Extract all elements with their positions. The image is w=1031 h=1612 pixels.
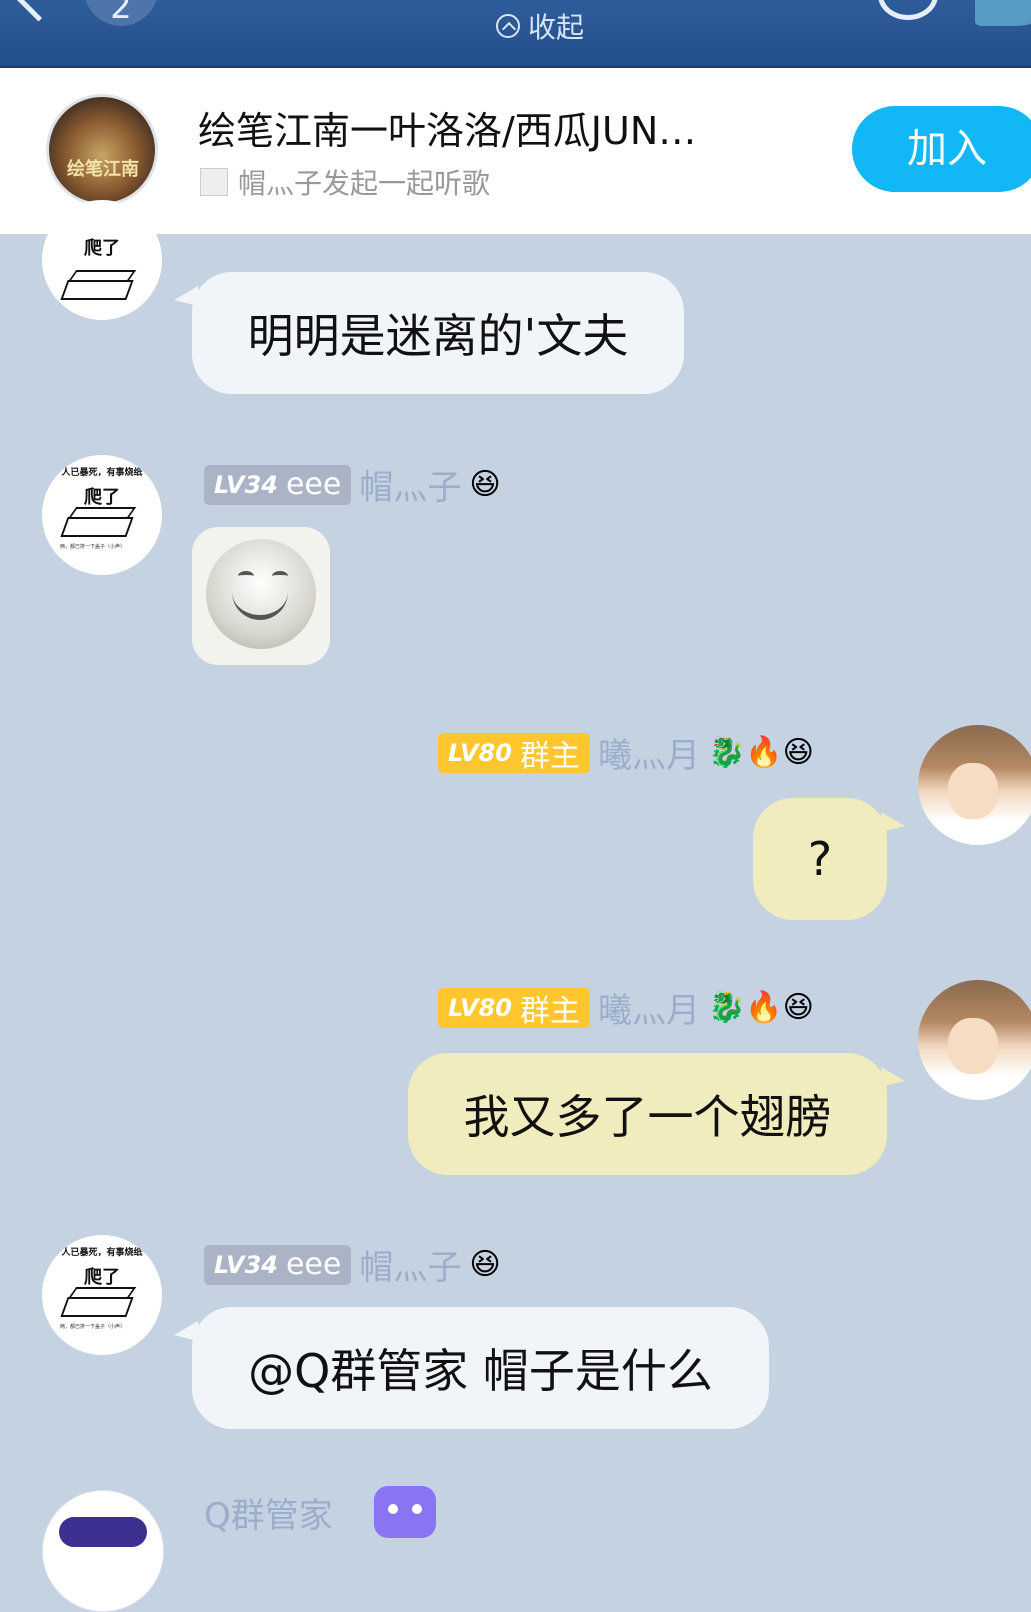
avatar-face xyxy=(948,1018,998,1074)
join-button[interactable]: 加入 xyxy=(852,106,1031,192)
sender-name[interactable]: 曦灬月 xyxy=(598,728,700,777)
sticker-eye xyxy=(238,571,254,581)
avatar-text: 两，都已挤一下盖子（小声） xyxy=(60,544,126,550)
avatar[interactable]: 人已暴死，有事烧纸 爬了 两，都已挤一下盖子（小声） xyxy=(42,1235,162,1355)
back-arrow-icon[interactable] xyxy=(9,0,68,22)
chevron-up-circle-icon xyxy=(496,14,520,38)
avatar-text: 爬了 xyxy=(84,1267,120,1288)
emoji-badge-icon: 😆 xyxy=(469,467,501,502)
level-number: LV34 xyxy=(214,470,278,499)
emoji-badge-icon: 🐉🔥😆 xyxy=(707,990,814,1025)
sender-meta: LV80 群主 曦灬月 🐉🔥😆 xyxy=(438,983,814,1032)
member-title: 群主 xyxy=(519,993,580,1029)
member-title: eee xyxy=(285,1247,342,1282)
listen-together-icon[interactable] xyxy=(878,0,938,20)
listen-initiator: 帽灬子发起一起听歌 xyxy=(200,162,490,202)
sender-meta: LV34 eee 帽灬子 😆 xyxy=(204,1240,501,1289)
sender-name[interactable]: 帽灬子 xyxy=(359,1240,461,1289)
level-badge: LV80 群主 xyxy=(438,987,590,1029)
sender-name[interactable]: 帽灬子 xyxy=(359,460,461,509)
group-menu-icon[interactable] xyxy=(975,0,1031,26)
avatar-text: 爬了 xyxy=(84,487,120,508)
level-number: LV80 xyxy=(448,993,512,1022)
song-cover-image: 绘笔江南 xyxy=(46,94,158,206)
song-title: 绘笔江南一叶洛洛/西瓜JUN… xyxy=(198,109,697,153)
level-badge: LV34 eee xyxy=(204,464,352,505)
avatar[interactable] xyxy=(918,725,1031,845)
avatar-text: 人已暴死，有事烧纸 xyxy=(61,468,143,478)
smile-sticker[interactable] xyxy=(192,527,330,665)
sender-meta: LV34 eee 帽灬子 😆 xyxy=(204,460,501,509)
avatar-drawing xyxy=(60,280,134,300)
avatar-drawing xyxy=(60,1297,134,1317)
emoji-badge-icon: 😆 xyxy=(469,1247,501,1282)
unread-count-badge[interactable]: 2 xyxy=(84,0,158,27)
collapse-button[interactable]: 收起 xyxy=(496,6,584,46)
sender-meta: LV80 群主 曦灬月 🐉🔥😆 xyxy=(438,728,814,777)
listen-together-banner: 绘笔江南 绘笔江南一叶洛洛/西瓜JUN… 帽灬子发起一起听歌 加入 xyxy=(0,68,1031,234)
message-bubble[interactable]: 我又多了一个翅膀 xyxy=(408,1053,905,1175)
avatar[interactable]: 爬了 xyxy=(42,200,162,320)
collapse-label: 收起 xyxy=(528,11,585,44)
bot-avatar[interactable] xyxy=(42,1490,164,1612)
robot-icon xyxy=(374,1486,436,1538)
level-badge: LV34 eee xyxy=(204,1244,352,1285)
sender-meta: Q群管家 xyxy=(204,1488,333,1537)
sticker-eye xyxy=(272,571,288,581)
cover-text: 绘笔江南 xyxy=(67,159,139,180)
avatar[interactable] xyxy=(918,980,1031,1100)
sender-name[interactable]: 曦灬月 xyxy=(598,983,700,1032)
message-bubble[interactable]: @Q群管家 帽子是什么 xyxy=(174,1307,769,1429)
message-bubble[interactable]: ? xyxy=(753,798,905,920)
level-number: LV80 xyxy=(448,738,512,767)
level-badge: LV80 群主 xyxy=(438,732,590,774)
avatar-drawing xyxy=(60,517,134,537)
member-title: eee xyxy=(285,467,342,502)
avatar-face xyxy=(948,763,998,819)
message-bubble[interactable]: 明明是迷离的'文夫 xyxy=(174,272,684,394)
listen-subtitle: 帽灬子发起一起听歌 xyxy=(238,167,491,200)
avatar-text: 人已暴死，有事烧纸 xyxy=(61,1248,143,1258)
chat-header: 2 收起 xyxy=(0,0,1031,68)
level-number: LV34 xyxy=(214,1250,278,1279)
sender-name[interactable]: Q群管家 xyxy=(204,1488,333,1537)
avatar-text: 爬了 xyxy=(84,238,120,259)
avatar[interactable]: 人已暴死，有事烧纸 爬了 两，都已挤一下盖子（小声） xyxy=(42,455,162,575)
emoji-badge-icon: 🐉🔥😆 xyxy=(707,735,814,770)
avatar-text: 两，都已挤一下盖子（小声） xyxy=(60,1324,126,1330)
member-title: 群主 xyxy=(519,738,580,774)
initiator-avatar-icon xyxy=(200,168,228,196)
